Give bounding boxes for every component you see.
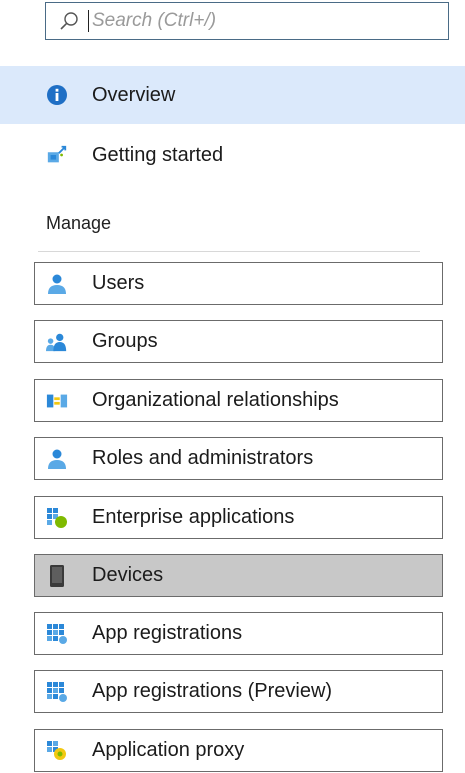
divider: [38, 251, 420, 252]
nav-item-overview[interactable]: Overview: [0, 66, 465, 124]
device-icon: [46, 564, 68, 587]
nav-item-label: Overview: [92, 83, 176, 106]
rocket-cloud-icon: [46, 144, 68, 166]
manage-item-label: App registrations (Preview): [92, 680, 333, 702]
manage-item-organizational-relationships[interactable]: Organizational relationships: [34, 379, 443, 422]
manage-item-app-registrations[interactable]: App registrations: [34, 612, 443, 655]
app-registrations-icon: [46, 623, 68, 645]
manage-item-label: Devices: [92, 564, 164, 586]
manage-item-groups[interactable]: Groups: [34, 320, 443, 363]
application-proxy-icon: [46, 740, 68, 762]
manage-item-label: App registrations: [92, 622, 243, 644]
manage-item-roles-and-administrators[interactable]: Roles and administrators: [34, 437, 443, 480]
group-icon: [46, 331, 68, 353]
manage-item-application-proxy[interactable]: Application proxy: [34, 729, 443, 772]
manage-item-enterprise-applications[interactable]: Enterprise applications: [34, 496, 443, 539]
nav-item-getting-started[interactable]: Getting started: [0, 126, 465, 184]
manage-item-label: Roles and administrators: [92, 447, 314, 469]
info-icon: [46, 84, 68, 106]
manage-item-devices[interactable]: Devices: [34, 554, 443, 597]
text-caret: [88, 10, 89, 32]
enterprise-apps-icon: [46, 507, 68, 529]
manage-item-label: Enterprise applications: [92, 506, 295, 528]
manage-item-label: Application proxy: [92, 739, 245, 761]
search-input[interactable]: [92, 10, 392, 32]
user-icon: [46, 273, 68, 295]
admin-user-icon: [46, 448, 68, 470]
section-title-manage: Manage: [46, 213, 112, 233]
manage-item-label: Organizational relationships: [92, 389, 339, 411]
manage-item-label: Users: [92, 272, 145, 294]
search-icon: [58, 10, 80, 32]
manage-item-label: Groups: [92, 330, 158, 352]
org-relationships-icon: [46, 390, 68, 412]
manage-item-app-registrations-preview[interactable]: App registrations (Preview): [34, 670, 443, 713]
search-box[interactable]: [45, 2, 449, 40]
app-registrations-preview-icon: [46, 681, 68, 703]
manage-item-users[interactable]: Users: [34, 262, 443, 305]
nav-item-label: Getting started: [92, 143, 224, 166]
